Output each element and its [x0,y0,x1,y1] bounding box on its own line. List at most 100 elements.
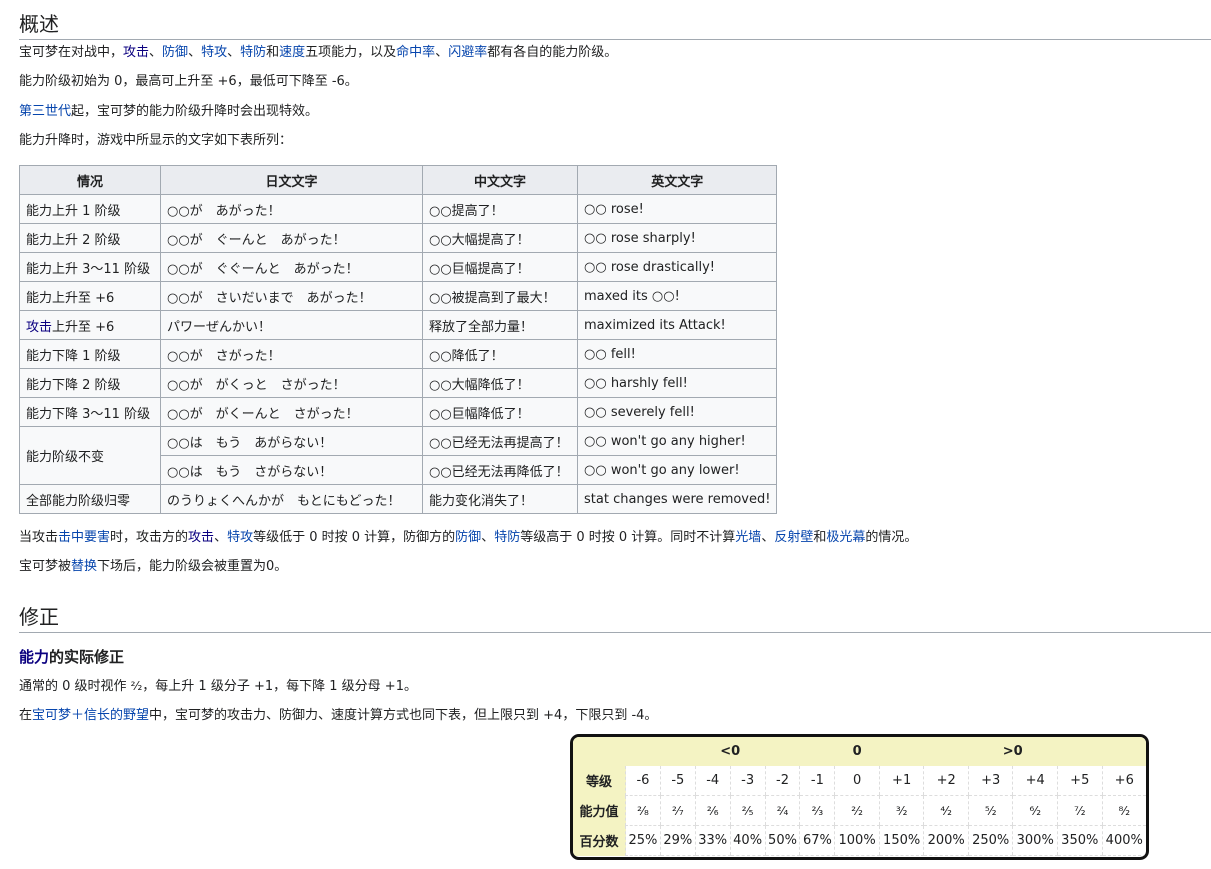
cell-zh: 能力变化消失了！ [422,484,578,514]
cell-ja: ○○が さいだいまで あがった！ [160,281,423,311]
paragraph-gen3: 第三世代起，宝可梦的能力阶级升降时会出现特效。 [19,102,318,122]
fraction-cell: ⁷⁄₂ [1057,795,1103,826]
text: 宝可梦被 [19,559,72,574]
cell-ja: ○○は もう さがらない！ [160,455,423,485]
text: 通常的 0 级时视作 [19,679,131,694]
col-header: 中文文字 [422,165,578,195]
paragraph-table-intro: 能力升降时，游戏中所显示的文字如下表所列： [19,133,293,148]
link-attack[interactable]: 攻击 [188,530,214,545]
text: 、 [435,45,449,60]
text: 的实际修正 [49,648,125,666]
col-header: 英文文字 [576,165,778,195]
stage-cell: +1 [878,766,924,796]
table-row: 全部能力阶级归零 のうりょくへんかが もとにもどった！ 能力变化消失了！ sta… [19,484,778,514]
link-defense[interactable]: 防御 [455,530,481,545]
text: 上升至 +6 [52,319,115,335]
fraction-cell: ²⁄₅ [729,795,766,826]
text: 、 [227,45,241,60]
text: 在 [19,708,33,723]
link-sp-defense[interactable]: 特防 [240,45,266,60]
table-row: 能力上升至 +6 ○○が さいだいまで あがった！ ○○被提高到了最大！ max… [19,281,778,311]
col-header: 日文文字 [160,165,423,195]
link-nobunaga[interactable]: 宝可梦＋信长的野望 [32,708,149,723]
fraction-cell: ³⁄₂ [878,795,924,826]
percent-cell: 67% [799,825,835,856]
percent-cell: 33% [694,825,731,856]
cell-ja: ○○が あがった！ [160,194,423,224]
group-zero: 0 [834,737,880,766]
cell-situation: 攻击上升至 +6 [19,310,161,340]
link-defense[interactable]: 防御 [162,45,188,60]
table-row: 能力下降 3～11 阶级 ○○が がくーんと さがった！ ○○巨幅降低了！ ○○… [19,397,778,427]
cell-en: ○○ won't go any higher! [576,426,778,456]
table-row: 能力阶级不变 ○○は もう あがらない！ ○○已经无法再提高了！ ○○ won'… [19,426,778,485]
cell-zh: ○○大幅提高了！ [422,223,578,253]
cell-ja: のうりょくへんかが もとにもどった！ [160,484,423,514]
cell-ja: パワーぜんかい！ [160,310,423,340]
link-evasion[interactable]: 闪避率 [448,45,487,60]
paragraph-stage-range: 能力阶级初始为 0，最高可上升至 +6，最低可下降至 -6。 [19,74,358,89]
text: 都有各自的能力阶级。 [487,45,618,60]
stage-cell: -3 [729,766,766,796]
link-attack[interactable]: 攻击 [123,45,149,60]
cell-situation: 能力上升至 +6 [19,281,161,311]
link-accuracy[interactable]: 命中率 [396,45,435,60]
text: 、 [214,530,228,545]
cell-ja: ○○は もう あがらない！ [160,426,423,456]
text: 和 [266,45,280,60]
link-sp-defense[interactable]: 特防 [494,530,520,545]
cell-en: ○○ rose sharply! [576,223,778,253]
stage-cell: +3 [967,766,1013,796]
cell-situation: 能力上升 1 阶级 [19,194,161,224]
stage-cell: +4 [1012,766,1058,796]
link-speed[interactable]: 速度 [279,45,305,60]
fraction-cell: ⁴⁄₂ [923,795,969,826]
link-stats[interactable]: 能力 [19,648,49,666]
link-aurora-veil[interactable]: 极光幕 [826,530,865,545]
cell-ja: ○○が がくーんと さがった！ [160,397,423,427]
cell-en: ○○ severely fell! [576,397,778,427]
percent-cell: 29% [659,825,696,856]
cell-zh: ○○被提高到了最大！ [422,281,578,311]
section-heading-modifier: 修正 [19,601,1211,633]
link-sp-attack[interactable]: 特攻 [227,530,253,545]
stage-cell: -2 [764,766,800,796]
cell-zh: ○○巨幅降低了！ [422,397,578,427]
percent-cell: 400% [1101,825,1146,856]
link-reflect[interactable]: 反射壁 [774,530,813,545]
percent-cell: 25% [625,825,661,856]
link-sp-attack[interactable]: 特攻 [201,45,227,60]
cell-situation: 能力阶级不变 [19,426,161,485]
table-row: 攻击上升至 +6 パワーぜんかい！ 释放了全部力量！ maximized its… [19,310,778,340]
link-critical-hit[interactable]: 击中要害 [58,530,110,545]
cell-zh: 释放了全部力量！ [422,310,578,340]
cell-situation: 能力上升 2 阶级 [19,223,161,253]
text: 宝可梦在对战中， [19,45,124,60]
text: 、 [188,45,202,60]
text: 、 [761,530,775,545]
percent-row: 百分数 25% 29% 33% 40% 50% 67% 100% 150% 200% 250% 30… [573,825,1146,856]
cell-zh: ○○已经无法再提高了！ [422,426,578,456]
text: 、 [149,45,163,60]
cell-situation: 全部能力阶级归零 [19,484,161,514]
text: 等级高于 0 时按 0 计算。同时不计算 [520,530,736,545]
stage-cell: -5 [659,766,696,796]
link-gen3[interactable]: 第三世代 [19,104,71,119]
table-row: 能力上升 3～11 阶级 ○○が ぐぐーんと あがった！ ○○巨幅提高了！ ○○… [19,252,778,282]
row-label: 百分数 [573,825,626,856]
fraction-cell: ⁵⁄₂ [967,795,1013,826]
fraction-cell: ⁸⁄₂ [1101,795,1146,826]
text: 中，宝可梦的攻击力、防御力、速度计算方式也同下表，但上限只到 +4，下限只到 -… [149,708,658,723]
link-attack[interactable]: 攻击 [26,320,52,335]
paragraph-nobunaga: 在宝可梦＋信长的野望中，宝可梦的攻击力、防御力、速度计算方式也同下表，但上限只到… [19,706,657,726]
cell-en: stat changes were removed! [576,484,778,514]
link-switch[interactable]: 替换 [71,559,97,574]
percent-cell: 50% [764,825,800,856]
text: 五项能力，以及 [305,45,397,60]
link-light-screen[interactable]: 光墙 [735,530,761,545]
row-label: 等级 [573,766,626,796]
text: 、 [481,530,495,545]
paragraph-switch: 宝可梦被替换下场后，能力阶级会被重置为0。 [19,557,287,577]
cell-situation: 能力下降 2 阶级 [19,368,161,398]
cell-ja: ○○が ぐぐーんと あがった！ [160,252,423,282]
